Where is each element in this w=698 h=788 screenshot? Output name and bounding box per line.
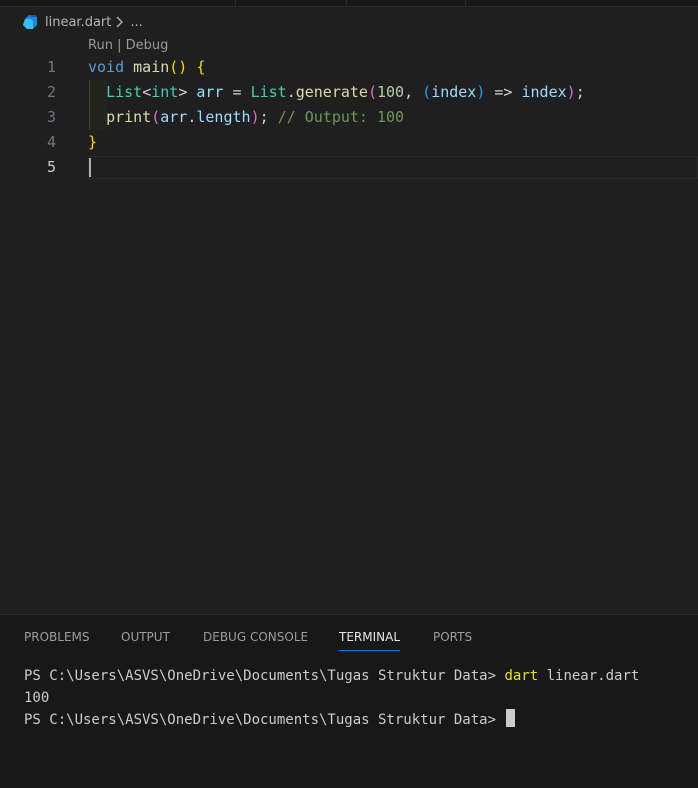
code-token: => xyxy=(485,83,522,101)
top-tab-strip xyxy=(0,0,698,7)
code-token: List xyxy=(106,83,143,101)
code-token: int xyxy=(151,83,179,101)
code-token: , xyxy=(404,83,423,101)
code-token: < xyxy=(142,83,152,101)
code-line[interactable]: 3 print(arr.length); // Output: 100 xyxy=(0,105,698,130)
code-editor[interactable]: Run | Debug 1 void main() {2 List<int> ar… xyxy=(0,34,698,614)
code-token: generate xyxy=(295,83,368,101)
codelens-run[interactable]: Run xyxy=(88,38,113,53)
code-token: = xyxy=(223,83,251,101)
code-text: print(arr.length); // Output: 100 xyxy=(88,105,404,130)
tab-debug-console[interactable]: DEBUG CONSOLE xyxy=(203,615,308,657)
code-token: length xyxy=(196,108,251,126)
code-token: ) xyxy=(566,83,576,101)
codelens: Run | Debug xyxy=(88,38,168,53)
line-number: 2 xyxy=(46,83,56,101)
tab-problems[interactable]: PROBLEMS xyxy=(24,615,90,657)
code-text: List<int> arr = List.generate(100, (inde… xyxy=(88,80,585,105)
terminal-args: linear.dart xyxy=(538,668,640,684)
code-token: List xyxy=(250,83,287,101)
code-text: void main() { xyxy=(88,55,205,80)
terminal-command: dart xyxy=(504,668,539,684)
code-token: > xyxy=(178,83,188,101)
tab-divider xyxy=(346,0,347,6)
line-number: 3 xyxy=(46,108,56,126)
code-token: } xyxy=(88,133,98,151)
code-token: main xyxy=(133,58,170,76)
code-token: // Output: 100 xyxy=(277,108,405,126)
code-token: ; xyxy=(575,83,585,101)
code-token: { xyxy=(196,58,206,76)
breadcrumb-file[interactable]: linear.dart xyxy=(45,15,111,30)
code-line[interactable]: 5 xyxy=(0,155,698,180)
code-token: arr xyxy=(160,108,188,126)
tab-ports[interactable]: PORTS xyxy=(433,615,472,657)
terminal-prompt: PS C:\Users\ASVS\OneDrive\Documents\Tuga… xyxy=(24,712,505,728)
text-cursor xyxy=(89,158,91,177)
breadcrumb-more[interactable]: ... xyxy=(130,15,142,30)
code-token: ( xyxy=(422,83,432,101)
line-number: 4 xyxy=(46,133,56,151)
code-token: print xyxy=(106,108,152,126)
code-token: index xyxy=(431,83,477,101)
code-token: index xyxy=(521,83,567,101)
tab-divider xyxy=(235,0,236,6)
chevron-right-icon xyxy=(115,16,125,28)
terminal-output-line: 100 xyxy=(24,690,50,706)
line-number: 1 xyxy=(46,58,56,76)
bottom-panel: PROBLEMS OUTPUT DEBUG CONSOLE TERMINAL PORTS… xyxy=(0,614,698,788)
code-token: () xyxy=(169,58,188,76)
code-token: 100 xyxy=(377,83,405,101)
codelens-separator: | xyxy=(112,38,126,53)
terminal-cursor xyxy=(506,709,516,727)
code-line[interactable]: 4} xyxy=(0,130,698,155)
tab-output[interactable]: OUTPUT xyxy=(121,615,170,657)
terminal-prompt: PS C:\Users\ASVS\OneDrive\Documents\Tuga… xyxy=(24,668,505,684)
terminal-output[interactable]: PS C:\Users\ASVS\OneDrive\Documents\Tuga… xyxy=(24,665,694,731)
code-token: ; xyxy=(259,108,269,126)
code-token: . xyxy=(286,83,296,101)
line-number: 5 xyxy=(46,158,56,176)
codelens-debug[interactable]: Debug xyxy=(126,38,169,53)
code-text: } xyxy=(88,130,97,155)
dart-file-icon xyxy=(21,13,39,31)
code-token: ) xyxy=(250,108,260,126)
tab-terminal[interactable]: TERMINAL xyxy=(339,615,401,657)
tab-divider xyxy=(465,0,466,6)
code-line[interactable]: 1 void main() { xyxy=(0,55,698,80)
code-token: ( xyxy=(367,83,377,101)
code-line[interactable]: 2 List<int> arr = List.generate(100, (in… xyxy=(0,80,698,105)
breadcrumb: linear.dart ... xyxy=(0,10,698,34)
code-token: arr xyxy=(196,83,224,101)
panel-tabs: PROBLEMS OUTPUT DEBUG CONSOLE TERMINAL PORTS xyxy=(0,615,698,657)
code-token: ( xyxy=(151,108,161,126)
code-token: void xyxy=(88,58,125,76)
